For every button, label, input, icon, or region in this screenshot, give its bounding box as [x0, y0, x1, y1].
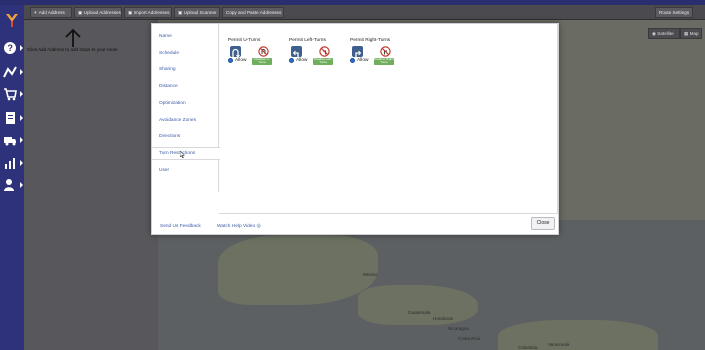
map-toggle[interactable]: ▦ Map [680, 28, 702, 39]
right-turn-disallow-option[interactable]: Disallow Right-Turns [374, 58, 394, 65]
menu-item-distance[interactable]: Distance [159, 84, 178, 89]
radio-selected-icon [228, 58, 233, 63]
map-place-label: Costa Rica [458, 336, 481, 341]
turn-restrictions-panel: Permit U-Turns Allow Disallow U-Turns Pe… [219, 24, 558, 214]
left-turn-title: Permit Left-Turns [289, 38, 326, 43]
nav-analytics[interactable] [3, 156, 23, 170]
menu-item-name[interactable]: Name [159, 34, 172, 39]
satellite-toggle[interactable]: ◉ Satellite [648, 28, 680, 39]
add-address-hint: Click Add Address to add stops to your r… [27, 47, 118, 52]
settings-menu: Name Schedule Sharing Distance Optimizat… [152, 24, 220, 192]
route-settings-modal: Name Schedule Sharing Distance Optimizat… [151, 23, 559, 235]
document-icon [6, 112, 15, 124]
arrow-up-icon [65, 28, 81, 47]
menu-item-sharing[interactable]: Sharing [159, 67, 176, 72]
map-landmass [218, 235, 378, 305]
radio-selected-icon [289, 58, 294, 63]
left-turn-allow-radio[interactable]: Allow [289, 58, 307, 63]
no-left-turn-icon [319, 46, 330, 57]
left-turn-setting: Permit Left-Turns Allow Disallow Left-Tu… [289, 38, 349, 70]
map-place-label: Honduras [433, 316, 453, 321]
plus-icon: + [34, 10, 37, 15]
left-nav: ? [0, 5, 24, 350]
import-addresses-button[interactable]: ▣ Import Addresses [124, 7, 172, 18]
right-turn-allow-radio[interactable]: Allow [350, 58, 368, 63]
nav-help[interactable]: ? [3, 41, 23, 55]
u-turn-title: Permit U-Turns [228, 38, 261, 43]
right-turn-title: Permit Right-Turns [350, 38, 391, 43]
u-turn-sign-icon [230, 46, 241, 58]
radio-selected-icon [350, 58, 355, 63]
truck-icon [4, 137, 16, 146]
route-icon [3, 66, 17, 78]
map-place-label: Colombia [518, 345, 538, 350]
svg-text:?: ? [8, 43, 14, 53]
route-settings-button[interactable]: Route Settings [655, 7, 693, 18]
chart-icon [5, 158, 15, 169]
user-icon [4, 179, 14, 191]
map-landmass [358, 285, 478, 325]
play-icon: ◎ [256, 224, 261, 229]
upload-scanner-button[interactable]: ▣ Upload Scanner [174, 7, 220, 18]
toolbar: + Add Address ▣ Upload Addresses ▣ Import… [24, 5, 705, 20]
u-turn-allow-radio[interactable]: Allow [228, 58, 246, 63]
nav-vehicles[interactable] [3, 133, 23, 147]
u-turn-disallow-option[interactable]: Disallow U-Turns [252, 58, 272, 65]
menu-item-optimization[interactable]: Optimization [159, 101, 186, 106]
menu-item-user[interactable]: User [159, 168, 169, 173]
send-feedback-link[interactable]: Send Us Feedback [160, 224, 201, 229]
app-logo-icon[interactable] [4, 12, 20, 28]
mouse-cursor-icon [180, 151, 185, 158]
left-turn-disallow-option[interactable]: Disallow Left-Turns [313, 58, 333, 65]
map-place-label: Mexico [363, 272, 378, 277]
nav-routes[interactable] [3, 65, 23, 79]
help-icon: ? [4, 42, 16, 54]
nav-cart[interactable] [3, 87, 23, 101]
right-turn-sign-icon [352, 46, 363, 58]
watch-help-video-link[interactable]: Watch Help Video ◎ [217, 224, 261, 229]
menu-item-avoidance-zones[interactable]: Avoidance Zones [159, 118, 196, 123]
nav-reports[interactable] [3, 111, 23, 125]
nav-users[interactable] [3, 178, 23, 192]
menu-item-directions[interactable]: Directions [159, 134, 180, 139]
u-turn-setting: Permit U-Turns Allow Disallow U-Turns [228, 38, 288, 70]
route-side-panel: Click Add Address to add stops to your r… [24, 20, 158, 350]
cart-icon [4, 88, 17, 101]
map-place-label: Guatemala [408, 310, 431, 315]
no-right-turn-icon [380, 46, 391, 57]
add-address-button[interactable]: + Add Address [30, 7, 72, 18]
map-place-label: Nicaragua [448, 326, 469, 331]
no-u-turn-icon [258, 46, 269, 57]
right-turn-setting: Permit Right-Turns Allow Disallow Right-… [350, 38, 410, 70]
menu-item-turn-restrictions[interactable]: Turn Restrictions [152, 147, 220, 160]
close-button[interactable]: Close [531, 217, 555, 230]
map-place-label: Venezuela [548, 342, 570, 347]
left-turn-sign-icon [291, 46, 302, 58]
upload-addresses-button[interactable]: ▣ Upload Addresses [74, 7, 122, 18]
copy-paste-addresses-button[interactable]: Copy and Paste Addresses [222, 7, 284, 18]
menu-item-schedule[interactable]: Schedule [159, 51, 179, 56]
